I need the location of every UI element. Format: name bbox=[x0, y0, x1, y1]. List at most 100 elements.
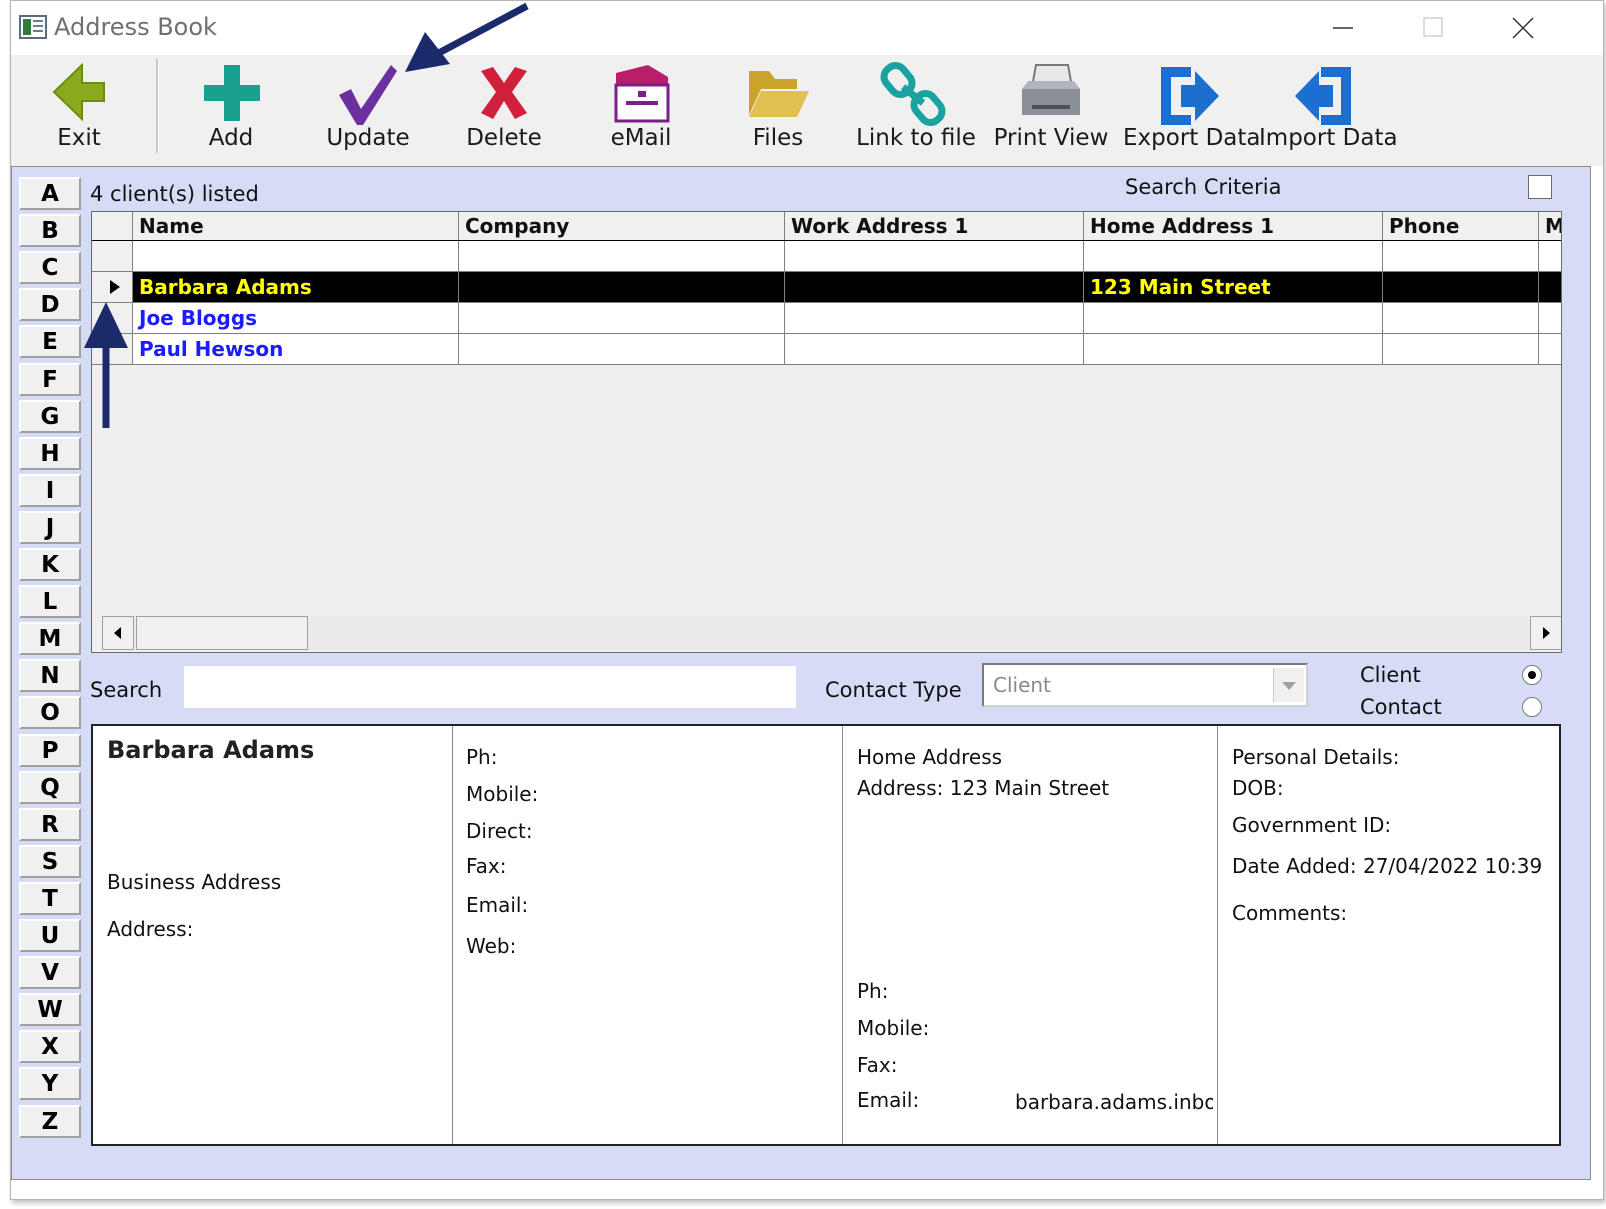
alpha-button-o[interactable]: O bbox=[19, 696, 81, 729]
column-header-name[interactable]: Name bbox=[133, 212, 459, 240]
alpha-button-h[interactable]: H bbox=[19, 437, 81, 470]
contact-type-select[interactable]: Client bbox=[982, 663, 1308, 707]
home-address-line: Address: 123 Main Street bbox=[857, 776, 1110, 800]
alpha-button-k[interactable]: K bbox=[19, 548, 81, 581]
contact-detail-panel: Barbara Adams Business Address Address: … bbox=[91, 724, 1561, 1146]
files-button[interactable]: Files bbox=[718, 55, 838, 166]
alpha-button-p[interactable]: P bbox=[19, 734, 81, 767]
alpha-button-q[interactable]: Q bbox=[19, 771, 81, 804]
column-header-home-address[interactable]: Home Address 1 bbox=[1084, 212, 1383, 240]
grid-cell[interactable] bbox=[1084, 241, 1383, 272]
link-to-file-button[interactable]: Link to file bbox=[851, 55, 981, 166]
files-label: Files bbox=[752, 125, 804, 151]
radio-client[interactable] bbox=[1522, 665, 1542, 685]
table-row[interactable]: Joe Bloggs bbox=[92, 303, 1561, 334]
add-button[interactable]: Add bbox=[171, 55, 291, 166]
cell-work-address[interactable] bbox=[785, 334, 1084, 365]
grid-cell[interactable] bbox=[1539, 334, 1561, 365]
dropdown-button[interactable] bbox=[1273, 668, 1304, 702]
alpha-button-a[interactable]: A bbox=[19, 177, 81, 210]
alpha-button-d[interactable]: D bbox=[19, 288, 81, 321]
grid-cell[interactable] bbox=[1383, 241, 1539, 272]
alpha-button-v[interactable]: V bbox=[19, 956, 81, 989]
cell-company[interactable] bbox=[459, 334, 785, 365]
alpha-button-f[interactable]: F bbox=[19, 363, 81, 396]
email-button[interactable]: eMail bbox=[581, 55, 701, 166]
column-header-company[interactable]: Company bbox=[459, 212, 785, 240]
cell-phone[interactable] bbox=[1383, 334, 1539, 365]
scroll-right-button[interactable] bbox=[1530, 616, 1561, 650]
horizontal-scrollbar[interactable] bbox=[102, 616, 1561, 650]
cell-home-address[interactable]: 123 Main Street bbox=[1084, 272, 1383, 303]
cell-home-address[interactable] bbox=[1084, 334, 1383, 365]
alpha-button-j[interactable]: J bbox=[19, 511, 81, 544]
detail-column-home: Home Address Address: 123 Main Street Ph… bbox=[843, 726, 1218, 1144]
grid-cell[interactable] bbox=[133, 241, 459, 272]
alpha-button-l[interactable]: L bbox=[19, 585, 81, 618]
minimize-button[interactable] bbox=[1301, 1, 1387, 55]
radio-contact-label: Contact bbox=[1360, 695, 1442, 719]
annotation-arrow-to-update bbox=[405, 2, 529, 72]
alpha-button-w[interactable]: W bbox=[19, 993, 81, 1026]
cell-home-address[interactable] bbox=[1084, 303, 1383, 334]
grid-cell[interactable] bbox=[1539, 303, 1561, 334]
cell-name[interactable]: Paul Hewson bbox=[133, 334, 459, 365]
alpha-button-m[interactable]: M bbox=[19, 622, 81, 655]
cell-phone[interactable] bbox=[1383, 272, 1539, 303]
checkmark-icon bbox=[339, 65, 397, 125]
export-data-button[interactable]: Export Data bbox=[1123, 55, 1261, 166]
grid-cell[interactable] bbox=[459, 241, 785, 272]
exit-button[interactable]: Exit bbox=[19, 55, 139, 166]
alpha-button-b[interactable]: B bbox=[19, 214, 81, 247]
alpha-button-n[interactable]: N bbox=[19, 659, 81, 692]
print-view-label: Print View bbox=[993, 125, 1109, 151]
close-button[interactable] bbox=[1481, 1, 1567, 55]
radio-contact[interactable] bbox=[1522, 697, 1542, 717]
scroll-left-button[interactable] bbox=[102, 616, 134, 650]
column-header-work-address[interactable]: Work Address 1 bbox=[785, 212, 1084, 240]
cell-name[interactable]: Barbara Adams bbox=[133, 272, 459, 303]
alpha-button-s[interactable]: S bbox=[19, 845, 81, 878]
alpha-button-z[interactable]: Z bbox=[19, 1105, 81, 1138]
grid-cell[interactable] bbox=[1539, 272, 1561, 303]
alpha-button-i[interactable]: I bbox=[19, 474, 81, 507]
alpha-button-t[interactable]: T bbox=[19, 882, 81, 915]
fax-label: Fax: bbox=[466, 854, 507, 878]
grid-cell[interactable] bbox=[1539, 241, 1561, 272]
print-view-button[interactable]: Print View bbox=[991, 55, 1111, 166]
radio-client-label: Client bbox=[1360, 663, 1421, 687]
cell-company[interactable] bbox=[459, 303, 785, 334]
alpha-button-x[interactable]: X bbox=[19, 1030, 81, 1063]
client-grid: Name Company Work Address 1 Home Address… bbox=[91, 211, 1562, 653]
search-input[interactable] bbox=[184, 666, 796, 708]
chain-link-icon bbox=[880, 62, 946, 126]
business-address-label: Address: bbox=[107, 917, 194, 941]
search-criteria-checkbox[interactable] bbox=[1528, 175, 1552, 199]
search-label: Search bbox=[90, 678, 163, 702]
mobile-label: Mobile: bbox=[466, 782, 539, 806]
column-header-phone[interactable]: Phone bbox=[1383, 212, 1539, 240]
alpha-button-r[interactable]: R bbox=[19, 808, 81, 841]
column-header-m[interactable]: M bbox=[1539, 212, 1561, 240]
cell-work-address[interactable] bbox=[785, 272, 1084, 303]
alpha-button-u[interactable]: U bbox=[19, 919, 81, 952]
grid-cell[interactable] bbox=[785, 241, 1084, 272]
cell-work-address[interactable] bbox=[785, 303, 1084, 334]
table-row[interactable]: Barbara Adams 123 Main Street bbox=[92, 272, 1561, 303]
scrollbar-thumb[interactable] bbox=[136, 616, 308, 650]
export-icon bbox=[1161, 67, 1219, 125]
maximize-button[interactable] bbox=[1391, 1, 1477, 55]
alpha-button-c[interactable]: C bbox=[19, 251, 81, 284]
cell-company[interactable] bbox=[459, 272, 785, 303]
cell-phone[interactable] bbox=[1383, 303, 1539, 334]
alpha-button-g[interactable]: G bbox=[19, 400, 81, 433]
email-label: Email: bbox=[466, 893, 529, 917]
cell-name[interactable]: Joe Bloggs bbox=[133, 303, 459, 334]
grid-header: Name Company Work Address 1 Home Address… bbox=[92, 212, 1561, 241]
alpha-button-y[interactable]: Y bbox=[19, 1067, 81, 1100]
new-entry-row[interactable] bbox=[92, 241, 1561, 272]
business-address-heading: Business Address bbox=[107, 870, 282, 894]
import-data-button[interactable]: Import Data bbox=[1259, 55, 1398, 166]
table-row[interactable]: Paul Hewson bbox=[92, 334, 1561, 365]
alpha-button-e[interactable]: E bbox=[19, 325, 81, 358]
